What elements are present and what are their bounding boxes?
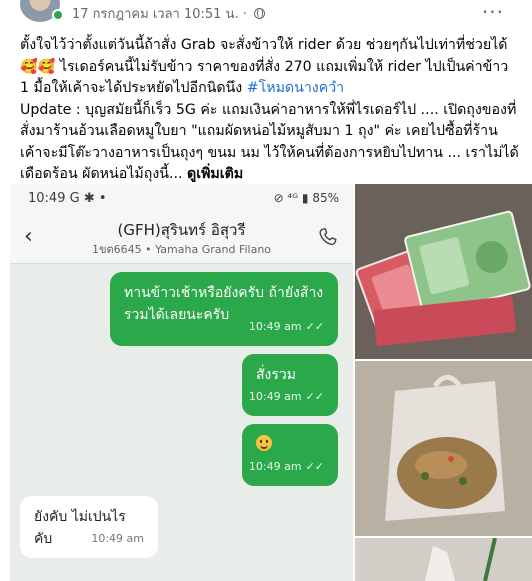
online-status-icon [52, 9, 64, 21]
message-time: 10:49 am ✓✓ [249, 316, 324, 338]
battery-indicator: ⊘ ⁴ᴳ ▮ 85% [273, 191, 339, 205]
smile-emoji-icon [256, 435, 272, 451]
meta-separator: · [242, 7, 247, 22]
message-timestamp: 10:49 am [248, 320, 302, 333]
message-timestamp: 10:49 am [248, 460, 302, 473]
status-clock: 10:49 [28, 191, 66, 206]
status-icons: G ✱ • [69, 191, 107, 206]
phone-status-bar: 10:49 G ✱ • ⊘ ⁴ᴳ ▮ 85% [10, 184, 353, 214]
chat-screenshot-photo[interactable]: 10:49 G ✱ • ⊘ ⁴ᴳ ▮ 85% ‹ (GFH)สุรินทร์ อ… [10, 184, 353, 581]
message-time: 10:49 am ✓✓ [249, 456, 324, 478]
banknotes-image [355, 184, 532, 359]
photo-grid: 10:49 G ✱ • ⊘ ⁴ᴳ ▮ 85% ‹ (GFH)สุรินทร์ อ… [0, 184, 532, 581]
chat-message-out: ทานข้าวเช้าหรือยังครับ ถ้ายังส้างรวมได้เ… [110, 272, 338, 346]
hashtag-link[interactable]: #โหมดนางควํา [247, 80, 344, 96]
contact-vehicle: 1ขต6645 • Yamaha Grand Filano [91, 243, 272, 256]
chat-message-in: ยังคับ ไม่เปนไรคับ 10:49 am [20, 496, 158, 558]
plastic-bag-photo[interactable] [355, 538, 532, 581]
message-timestamp: 10:49 am [248, 390, 302, 403]
post-meta: 17 กรกฎาคม เวลา 10:51 น. · [72, 3, 266, 24]
post-text-2: Update : บุญสมัยนี้ก็เร็ว 5G ค่ะ แถมเงิน… [20, 101, 519, 183]
status-time: 10:49 G ✱ • [28, 191, 107, 206]
post-timestamp[interactable]: 17 กรกฎาคม เวลา 10:51 น. [72, 7, 239, 22]
post-header: 17 กรกฎาคม เวลา 10:51 น. · ... [0, 0, 532, 30]
message-text: สั่งรวม [256, 367, 296, 383]
chat-header: ‹ (GFH)สุรินทร์ อิสุวรี 1ขต6645 • Yamaha… [10, 214, 353, 264]
read-ticks-icon: ✓✓ [305, 390, 324, 403]
post-paragraph-1: ตั้งใจไว้ว่าตั้งแต่วันนี้ถ้าสั่ง Grab จะ… [20, 35, 520, 100]
food-bag-photo[interactable] [355, 361, 532, 536]
post-paragraph-2: Update : บุญสมัยนี้ก็เร็ว 5G ค่ะ แถมเงิน… [20, 100, 520, 186]
read-ticks-icon: ✓✓ [305, 320, 324, 333]
phone-call-icon[interactable] [317, 226, 339, 248]
message-time: 10:49 am [91, 532, 144, 545]
post-body: ตั้งใจไว้ว่าตั้งแต่วันนี้ถ้าสั่ง Grab จะ… [20, 35, 520, 186]
more-options-button[interactable]: ... [482, 0, 504, 18]
message-time: 10:49 am ✓✓ [249, 386, 324, 408]
see-more-link[interactable]: ดูเพิ่มเติม [187, 166, 243, 182]
read-ticks-icon: ✓✓ [305, 460, 324, 473]
plastic-bag-image [355, 538, 532, 581]
banknotes-photo[interactable] [355, 184, 532, 359]
chat-message-out: 10:49 am ✓✓ [242, 424, 338, 486]
chat-message-out: สั่งรวม 10:49 am ✓✓ [242, 354, 338, 416]
food-bag-image [355, 361, 532, 536]
globe-icon [254, 8, 266, 19]
contact-name: (GFH)สุรินทร์ อิสุวรี [117, 221, 246, 239]
